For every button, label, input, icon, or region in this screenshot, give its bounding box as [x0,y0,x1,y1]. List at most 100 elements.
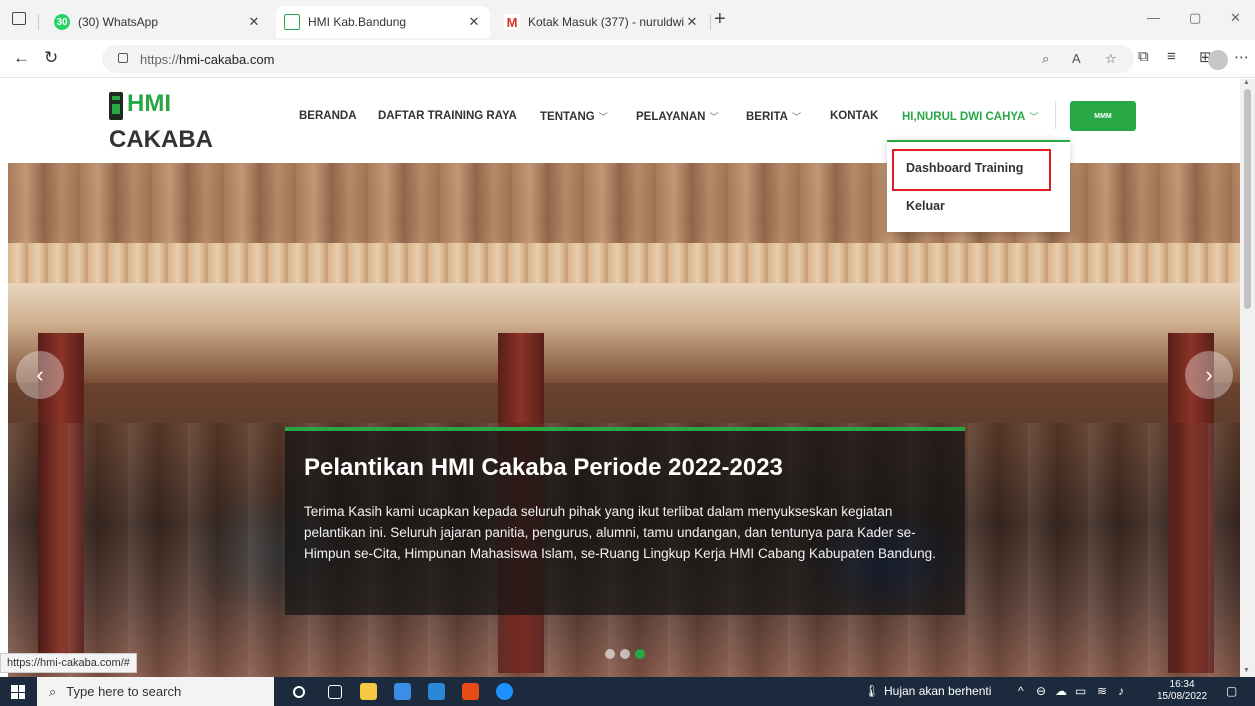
tab-gmail[interactable]: M Kotak Masuk (377) - nuruldwicah ✕ [496,6,708,38]
close-tab-icon[interactable]: ✕ [684,14,700,30]
taskbar-search-box[interactable]: ⌕ Type here to search [37,677,274,706]
read-aloud-icon[interactable]: A [1072,51,1081,66]
store-icon[interactable] [394,683,411,700]
slider-dots [605,649,645,659]
dropdown-item-keluar[interactable]: Keluar [906,199,945,213]
close-tab-icon[interactable]: ✕ [466,14,482,30]
nav-label: PELAYANAN [636,110,706,123]
address-bar-row: ← ↻ https://hmi-cakaba.com ⌕ A ☆ ⧉ ≡ ⊞ [0,40,1255,78]
slider-dot[interactable] [620,649,630,659]
notification-icon[interactable]: ▢ [1226,684,1237,698]
onedrive-cloud-icon[interactable]: ☁ [1055,684,1067,698]
page-scrollbar[interactable]: ▲ ▼ [1240,79,1255,677]
extensions-icon[interactable]: ⧉ [1138,48,1149,65]
tab-separator [38,14,39,30]
refresh-icon[interactable]: ↻ [44,49,58,67]
user-dropdown-menu: Dashboard Training Keluar [887,140,1070,232]
search-key-icon[interactable]: ⌕ [1042,51,1049,67]
tray-network-icon[interactable]: ⊖ [1036,684,1046,698]
windows-start-icon[interactable] [11,685,25,699]
url-host: hmi-cakaba.com [179,52,275,67]
nav-kontak[interactable]: KONTAK [830,110,878,122]
slider-dot[interactable] [605,649,615,659]
tab-title: Kotak Masuk (377) - nuruldwicah [528,15,684,29]
scrollbar-thumb[interactable] [1244,89,1251,309]
nav-user-menu[interactable]: HI,NURUL DWI CAHYA ﹀ [902,110,1038,123]
slider-dot-active[interactable] [635,649,645,659]
browser-tab-strip: 30 (30) WhatsApp ✕ HMI Kab.Bandung ✕ M K… [0,0,1255,40]
hero-slider: ‹ › Pelantikan HMI Cakaba Periode 2022-2… [8,163,1240,677]
tab-whatsapp[interactable]: 30 (30) WhatsApp ✕ [46,6,270,38]
scroll-up-icon[interactable]: ▲ [1243,79,1250,86]
tab-actions-icon[interactable] [12,12,26,25]
nav-divider [1055,101,1056,129]
windows-taskbar: ⌕ Type here to search 🌡 Hujan akan berhe… [0,677,1255,706]
taskbar-clock[interactable]: 16:34 15/08/2022 [1157,679,1207,703]
hmi-emblem-icon [109,92,123,120]
scroll-down-icon[interactable]: ▼ [1243,667,1250,674]
nav-label: BERITA [746,110,788,123]
slider-next-button[interactable]: › [1185,351,1233,399]
nav-berita[interactable]: BERITA ﹀ [746,110,801,123]
url-text: https://hmi-cakaba.com [140,52,274,67]
chevron-down-icon: ﹀ [791,112,801,122]
close-tab-icon[interactable]: ✕ [246,14,262,30]
url-protocol: https:// [140,52,180,67]
green-action-button[interactable]: MMM [1070,101,1136,131]
hero-photo-ceiling [8,283,1240,383]
battery-icon[interactable]: ▭ [1075,684,1086,698]
nav-label: KONTAK [830,110,879,122]
search-icon: ⌕ [49,683,57,699]
nav-label: BERANDA [299,110,357,122]
hero-title: Pelantikan HMI Cakaba Periode 2022-2023 [304,454,783,481]
status-bar-url: https://hmi-cakaba.com/# [0,653,137,673]
close-window-icon[interactable]: ✕ [1230,10,1241,26]
logo-text-bottom: CAKABA [109,126,213,153]
favorites-icon[interactable]: ≡ [1167,48,1176,65]
logo-text-top: HMI [127,90,171,117]
wifi-icon[interactable]: ≋ [1097,684,1107,698]
address-bar[interactable]: https://hmi-cakaba.com ⌕ A ☆ [102,45,1134,73]
office-icon[interactable] [462,683,479,700]
weather-icon[interactable]: 🌡 [864,684,879,698]
mail-icon[interactable] [428,683,445,700]
hero-text: Terima Kasih kami ucapkan kepada seluruh… [304,504,936,561]
tab-title: HMI Kab.Bandung [308,15,407,29]
minimize-icon[interactable]: — [1147,10,1160,25]
nav-daftar-training-raya[interactable]: DAFTAR TRAINING RAYA [378,110,517,122]
hero-photo-ornament [8,243,1240,283]
web-page: HMI CAKABA BERANDA DAFTAR TRAINING RAYA … [8,79,1240,677]
profile-avatar[interactable] [1208,50,1228,70]
more-menu-icon[interactable]: ⋯ [1234,48,1249,66]
tab-separator [710,14,711,30]
whatsapp-icon: 30 [54,14,70,30]
file-explorer-icon[interactable] [360,683,377,700]
nav-label: DAFTAR TRAINING RAYA [378,110,517,122]
clock-time: 16:34 [1169,679,1195,690]
lock-icon [118,53,128,63]
nav-beranda[interactable]: BERANDA [299,110,357,122]
hero-caption: Pelantikan HMI Cakaba Periode 2022-2023 … [285,427,965,615]
favorite-star-icon[interactable]: ☆ [1105,51,1117,67]
chevron-down-icon: ﹀ [709,112,719,122]
highlight-box [892,149,1051,191]
tab-hmi[interactable]: HMI Kab.Bandung ✕ [276,6,490,38]
chevron-down-icon: ﹀ [1029,112,1039,122]
nav-label: TENTANG [540,110,595,123]
new-tab-button[interactable]: + [714,9,726,29]
restore-icon[interactable]: ▢ [1189,10,1201,26]
weather-text[interactable]: Hujan akan berhenti [884,684,991,698]
edge-icon[interactable] [496,683,513,700]
volume-icon[interactable]: ♪ [1118,684,1124,698]
nav-pelayanan[interactable]: PELAYANAN ﹀ [636,110,718,123]
task-view-icon[interactable] [328,685,342,699]
gmail-icon: M [504,14,520,30]
clock-date: 15/08/2022 [1157,691,1208,702]
cortana-icon[interactable] [293,686,305,698]
hmi-favicon-icon [284,14,300,30]
taskbar-search-placeholder: Type here to search [66,684,182,699]
back-icon[interactable]: ← [13,49,30,67]
slider-prev-button[interactable]: ‹ [16,351,64,399]
tray-chevron-up-icon[interactable]: ^ [1018,684,1024,698]
nav-tentang[interactable]: TENTANG ﹀ [540,110,608,123]
